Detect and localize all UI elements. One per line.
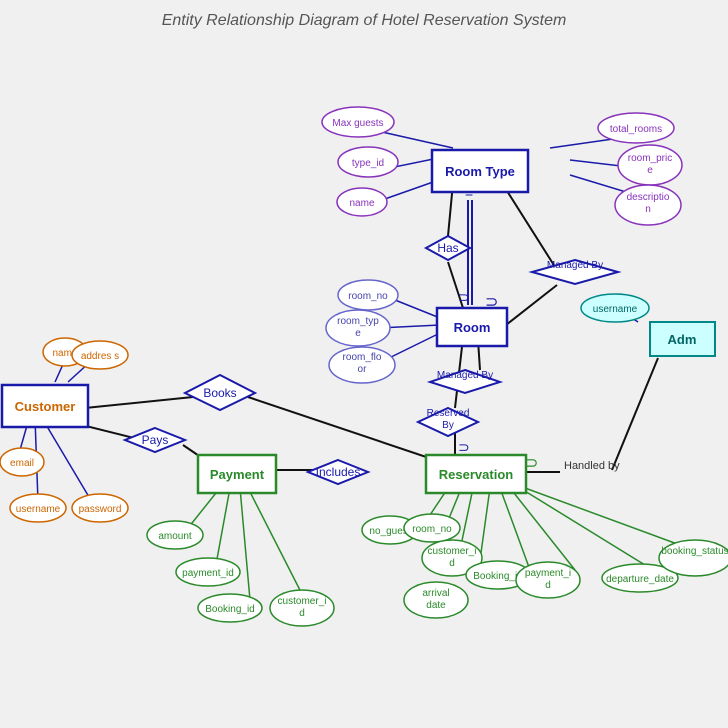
attr-room-no-label: room_no — [348, 291, 388, 302]
admin-entity-label: Adm — [668, 332, 697, 347]
attr-cust-address-label: addres s — [81, 351, 119, 362]
has-label: Has — [437, 241, 458, 255]
attr-cust-email-label: email — [10, 458, 34, 469]
attr-room-price-label-2: e — [647, 165, 653, 176]
room-type-entity-label: Room Type — [445, 164, 515, 179]
attr-res-arrival-date-label-2: date — [426, 600, 446, 611]
cardinality-roomtype-has: = — [465, 185, 473, 201]
svg-text:By: By — [442, 420, 454, 431]
attr-room-price-label-1: room_pric — [628, 153, 672, 164]
reserved-by-label: Reserved — [427, 408, 470, 419]
attr-rt-name-label: name — [349, 198, 374, 209]
payment-entity-label: Payment — [210, 467, 265, 482]
customer-entity-label: Customer — [15, 399, 76, 414]
svg-text:⊃: ⊃ — [458, 439, 470, 455]
cardinality-room-has: ⊃ — [485, 294, 498, 311]
attr-description-label-2: n — [645, 204, 651, 215]
attr-pay-customer-id-label-1: customer_i — [278, 596, 327, 607]
attr-pay-customer-id-label-2: d — [299, 608, 305, 619]
attr-cust-password-label: password — [79, 504, 122, 515]
attr-admin-username-label: username — [593, 304, 638, 315]
attr-res-customer-id-label-1: customer_i — [428, 546, 477, 557]
cardinality-reservation: ⊃ — [525, 455, 538, 472]
attr-pay-payment-id-label: payment_id — [182, 568, 234, 579]
attr-cust-username-label: username — [16, 504, 61, 515]
reservation-entity-label: Reservation — [439, 467, 513, 482]
attr-type-id-label: type_id — [352, 158, 384, 169]
includes-label: Includes — [316, 465, 361, 479]
svg-text:⊃: ⊃ — [458, 289, 470, 305]
attr-pay-booking-id-label: Booking_id — [205, 604, 254, 615]
pays-label: Pays — [142, 433, 169, 447]
attr-res-booking-status-label-1: booking_status — [661, 546, 728, 557]
attr-pay-amount-label: amount — [158, 531, 192, 542]
attr-total-rooms-label: total_rooms — [610, 124, 662, 135]
attr-max-guests-label: Max guests — [332, 118, 383, 129]
diagram-container: Entity Relationship Diagram of Hotel Res… — [0, 0, 728, 728]
handled-by-label: Handled by — [564, 460, 620, 472]
attr-res-customer-id-label-2: d — [449, 558, 455, 569]
attr-res-payment-id-label-2: d — [545, 580, 551, 591]
attr-room-type-attr-label-1: room_typ — [337, 316, 379, 327]
attr-res-payment-id-label-1: payment_i — [525, 568, 571, 579]
attr-res-room-no-label: room_no — [412, 524, 452, 535]
attr-room-floor-label-1: room_flo — [343, 352, 382, 363]
room-entity-label: Room — [454, 320, 491, 335]
managed-by-2-label: Managed By — [437, 370, 493, 381]
books-label: Books — [203, 386, 236, 400]
er-diagram-svg: ⊃ ⊃ Custome — [0, 0, 728, 728]
managed-by-1-label: Managed By — [547, 260, 603, 271]
attr-res-departure-date-label: departure_date — [606, 574, 674, 585]
attr-room-floor-label-2: or — [358, 364, 368, 375]
attr-room-type-attr-label-2: e — [355, 328, 361, 339]
attr-description-label-1: descriptio — [627, 192, 670, 203]
attr-res-arrival-date-label-1: arrival — [422, 588, 449, 599]
